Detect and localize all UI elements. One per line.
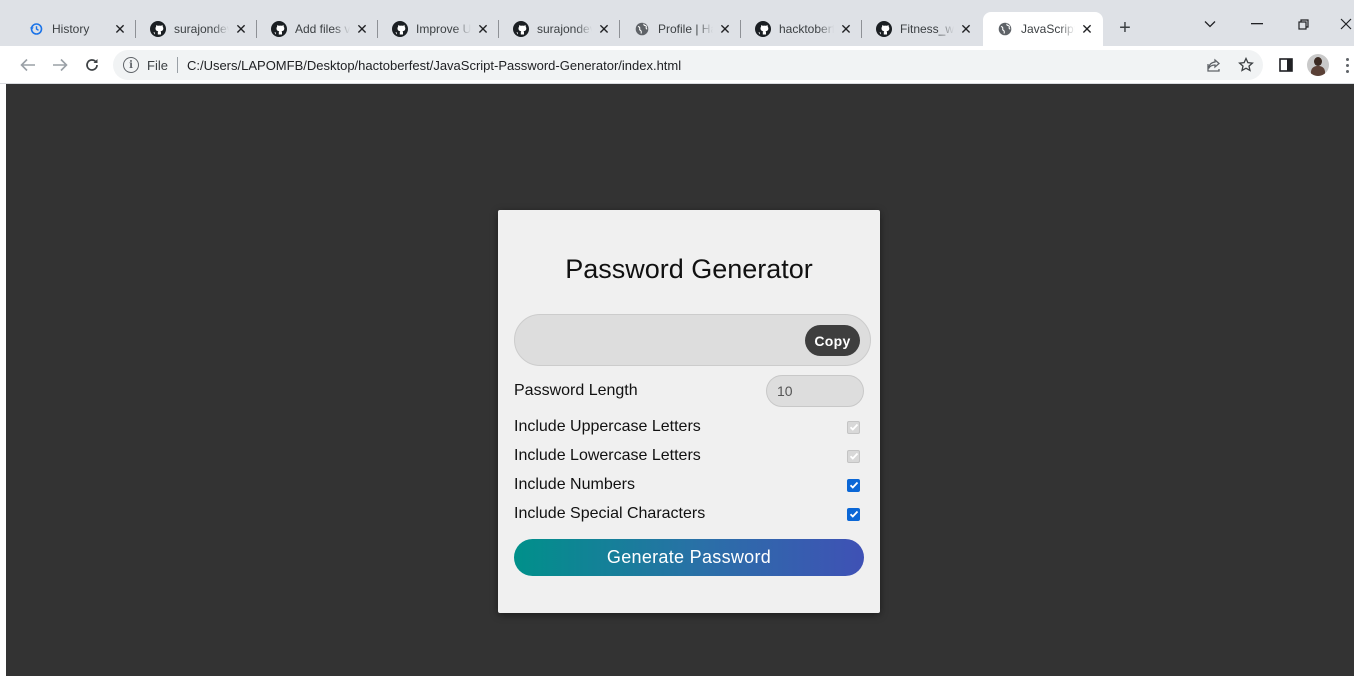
option-label: Include Special Characters [514,505,706,522]
password-result-field[interactable]: Copy [514,314,871,366]
github-icon [876,21,892,37]
tab-title: hacktoberfest [779,22,834,36]
side-panel-icon[interactable] [1275,54,1297,76]
tab-title: Improve UI [416,22,471,36]
tab-title: Profile | Hack [658,22,713,36]
menu-dot [1345,63,1349,67]
length-label: Password Length [514,382,638,399]
close-icon[interactable]: ✕ [233,21,249,37]
tab-title: JavaScript [1021,22,1075,36]
more-menu-icon[interactable] [1340,54,1354,76]
close-window-icon[interactable] [1338,14,1354,34]
tab-add-files[interactable]: Add files via ✕ [257,12,378,46]
github-icon [755,21,771,37]
tab-improve-ui[interactable]: Improve UI ✕ [378,12,499,46]
tab-title: History [52,22,90,36]
tab-title: surajondev [174,22,229,36]
page-viewport: Password Generator Copy Password Length … [6,84,1354,676]
lowercase-checkbox[interactable] [847,449,860,463]
reload-icon[interactable] [81,54,103,76]
info-icon[interactable]: i [123,57,139,73]
share-icon[interactable] [1203,54,1225,76]
tab-hacktoberfest[interactable]: hacktoberfest ✕ [741,12,862,46]
close-icon[interactable]: ✕ [838,21,854,37]
special-characters-checkbox[interactable] [847,507,860,521]
browser-toolbar: i File C:/Users/LAPOMFB/Desktop/hactober… [0,46,1354,84]
restore-icon[interactable] [1293,14,1313,34]
close-icon[interactable]: ✕ [112,21,128,37]
length-input[interactable]: 10 [766,375,864,407]
minimize-icon[interactable] [1247,14,1267,34]
tab-title: Add files via [295,22,350,36]
back-arrow-icon[interactable] [17,54,39,76]
option-row-uppercase: Include Uppercase Letters [514,416,864,438]
menu-dot [1345,69,1349,73]
github-icon [271,21,287,37]
option-label: Include Lowercase Letters [514,447,701,464]
tab-profile[interactable]: Profile | Hack ✕ [620,12,741,46]
option-row-lowercase: Include Lowercase Letters [514,445,864,467]
tab-title: Fitness_web [900,22,954,36]
globe-icon [997,21,1013,37]
generate-password-button[interactable]: Generate Password [514,539,864,576]
page-title: Password Generator [565,254,813,284]
tab-history[interactable]: History ✕ [14,12,136,46]
option-row-special: Include Special Characters [514,503,864,525]
address-bar[interactable]: i File C:/Users/LAPOMFB/Desktop/hactober… [113,50,1263,80]
github-icon [392,21,408,37]
bookmark-star-icon[interactable] [1235,54,1257,76]
option-row-numbers: Include Numbers [514,474,864,496]
copy-button[interactable]: Copy [805,325,860,356]
tab-javascript-active[interactable]: JavaScript ✕ [983,12,1103,46]
numbers-checkbox[interactable] [847,478,860,492]
url-text: C:/Users/LAPOMFB/Desktop/hactoberfest/Ja… [186,57,682,73]
tab-surajondev-1[interactable]: surajondev ✕ [136,12,257,46]
close-icon[interactable]: ✕ [1079,21,1095,37]
new-tab-button[interactable]: + [1114,17,1136,39]
history-icon [28,21,44,37]
menu-dot [1345,57,1349,61]
option-label: Include Numbers [514,476,635,493]
length-value: 10 [777,383,793,399]
profile-avatar[interactable] [1307,54,1329,76]
uppercase-checkbox[interactable] [847,420,860,434]
close-icon[interactable]: ✕ [475,21,491,37]
github-icon [150,21,166,37]
close-icon[interactable]: ✕ [354,21,370,37]
tab-title: surajondev [537,22,592,36]
globe-icon [634,21,650,37]
tab-strip: History ✕ surajondev ✕ Add files via ✕ I… [0,0,1354,46]
forward-arrow-icon[interactable] [49,54,71,76]
scheme-label: File [147,57,168,73]
tab-search-chevron-icon[interactable] [1200,14,1220,34]
address-divider [176,57,178,73]
tab-surajondev-2[interactable]: surajondev ✕ [499,12,620,46]
password-generator-card: Password Generator Copy Password Length … [498,210,880,613]
tab-fitness-web[interactable]: Fitness_web ✕ [862,12,982,46]
option-label: Include Uppercase Letters [514,418,701,435]
length-row: Password Length 10 [514,375,864,407]
close-icon[interactable]: ✕ [958,21,974,37]
github-icon [513,21,529,37]
close-icon[interactable]: ✕ [596,21,612,37]
close-icon[interactable]: ✕ [717,21,733,37]
